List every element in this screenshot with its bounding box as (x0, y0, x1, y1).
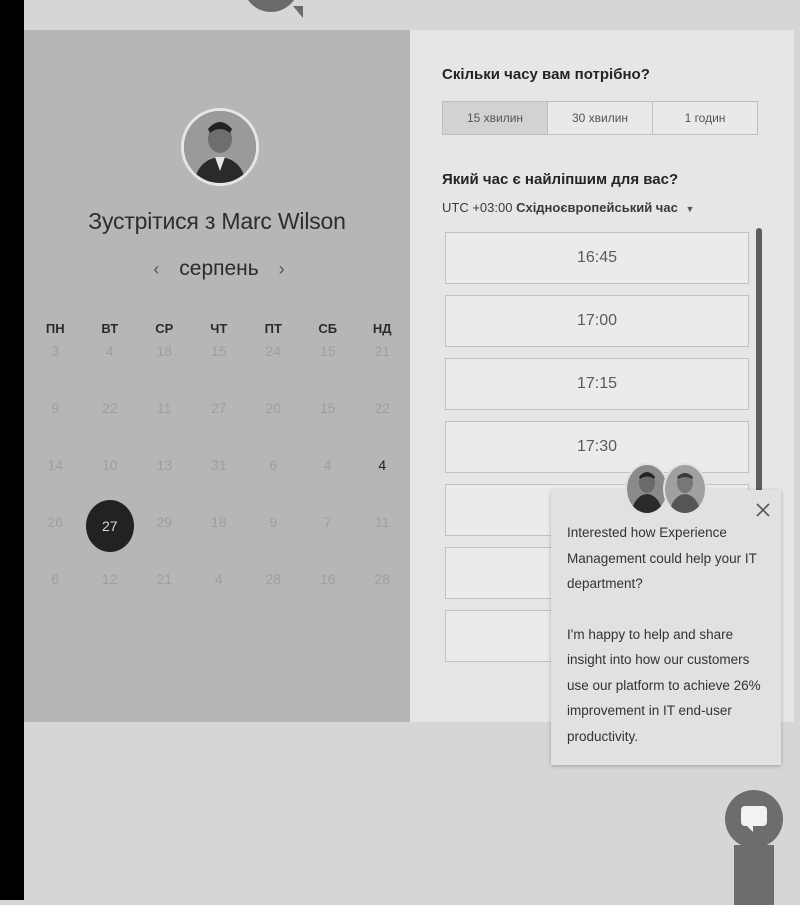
weekday-label: СБ (318, 321, 338, 336)
timezone-dropdown[interactable]: UTC +03:00 Східноєвропейський час ▼ (442, 200, 694, 215)
calendar-day: 26 (47, 514, 64, 530)
calendar-week-row: 14 10 13 31 6 4 4 (28, 457, 410, 514)
calendar-day: 15 (210, 343, 227, 359)
calendar-day: 4 (214, 571, 223, 587)
chat-bubble-icon (741, 806, 767, 832)
calendar-day: 9 (269, 514, 278, 530)
duration-selector: 15 хвилин 30 хвилин 1 годин (442, 101, 758, 135)
weekday-label: СР (155, 321, 174, 336)
calendar-day: 21 (374, 343, 391, 359)
chat-paragraph: Interested how Experience Management cou… (567, 525, 757, 591)
chat-paragraph: I'm happy to help and share insight into… (567, 626, 761, 744)
host-avatar (181, 108, 259, 186)
chevron-left-icon[interactable]: ‹ (153, 259, 159, 279)
calendar-day: 27 (210, 400, 227, 416)
caret-down-icon: ▼ (685, 204, 695, 214)
close-icon[interactable] (751, 498, 775, 522)
calendar-day: 18 (156, 343, 173, 359)
calendar-week-row: 6 12 21 4 28 16 28 (28, 571, 410, 628)
weekday-label: ПН (45, 321, 65, 336)
calendar-day: 6 (51, 571, 60, 587)
calendar-day: 28 (265, 571, 282, 587)
weekday-label: ВТ (101, 321, 119, 336)
calendar-day: 13 (156, 457, 173, 473)
chat-popup: Interested how Experience Management cou… (551, 463, 781, 765)
person-photo-icon (184, 111, 256, 183)
left-edge-bar (0, 0, 24, 900)
weekday-label: ПТ (264, 321, 282, 336)
calendar-day[interactable]: 4 (355, 457, 410, 514)
calendar-day: 14 (47, 457, 64, 473)
calendar-day: 15 (319, 343, 336, 359)
timeslot-scrollbar[interactable] (756, 228, 762, 528)
calendar-week-row: 9 22 11 27 20 15 22 (28, 400, 410, 457)
weekday-label: ЧТ (210, 321, 228, 336)
duration-question: Скільки часу вам потрібно? (442, 66, 650, 83)
timeslot-button[interactable]: 16:45 (445, 232, 749, 284)
calendar-day: 4 (105, 343, 114, 359)
duration-option[interactable]: 1 годин (653, 102, 757, 134)
weekday-header-row: ПН ВТ СР ЧТ ПТ СБ НД (28, 318, 410, 343)
meeting-title: Зустрітися з Marc Wilson (88, 208, 346, 234)
calendar-day: 9 (51, 400, 60, 416)
calendar-week-row: 3 4 18 15 24 15 21 (28, 343, 410, 400)
chat-launcher-button[interactable] (725, 790, 783, 848)
calendar-day[interactable]: 27 (83, 500, 138, 571)
calendar-day: 28 (374, 571, 391, 587)
calendar-grid: ПН ВТ СР ЧТ ПТ СБ НД 3 4 18 15 24 15 21 9 22 11 27 20 15 22 1… (28, 318, 410, 628)
calendar-day: 20 (265, 400, 282, 416)
calendar-day: 29 (156, 514, 173, 530)
launcher-tail (734, 845, 774, 905)
calendar-day: 7 (323, 514, 332, 530)
duration-option[interactable]: 30 хвилин (548, 102, 653, 134)
month-label: серпень (179, 257, 259, 280)
calendar-day: 22 (101, 400, 118, 416)
calendar-day: 3 (51, 343, 60, 359)
timezone-name: Східноєвропейський час (516, 200, 678, 215)
agent-avatar (663, 463, 707, 515)
weekday-label: НД (372, 321, 392, 336)
calendar-day: 31 (210, 457, 227, 473)
host-calendar-panel: Зустрітися з Marc Wilson ‹ серпень › ПН В… (24, 30, 410, 722)
calendar-day: 18 (210, 514, 227, 530)
timezone-offset: UTC +03:00 (442, 200, 513, 215)
speech-bubble-icon (243, 0, 303, 18)
calendar-day: 11 (156, 400, 172, 416)
calendar-week-row: 26 27 29 18 9 7 11 (28, 500, 410, 571)
chat-message: Interested how Experience Management cou… (567, 520, 772, 774)
timeslot-button[interactable]: 17:00 (445, 295, 749, 347)
calendar-day: 15 (319, 400, 336, 416)
month-navigator: ‹ серпень › (24, 257, 414, 281)
calendar-day: 16 (319, 571, 336, 587)
timeslot-button[interactable]: 17:15 (445, 358, 749, 410)
duration-option[interactable]: 15 хвилин (443, 102, 548, 134)
calendar-day: 12 (101, 571, 118, 587)
calendar-day: 4 (323, 457, 332, 473)
calendar-day: 21 (156, 571, 173, 587)
calendar-day: 22 (374, 400, 391, 416)
agent-avatars (625, 463, 709, 517)
calendar-day: 24 (265, 343, 282, 359)
calendar-day: 11 (374, 514, 390, 530)
time-question: Який час є найліпшим для вас? (442, 171, 679, 188)
chevron-right-icon[interactable]: › (279, 259, 285, 279)
selected-day-label: 27 (85, 500, 134, 552)
calendar-day: 6 (269, 457, 278, 473)
